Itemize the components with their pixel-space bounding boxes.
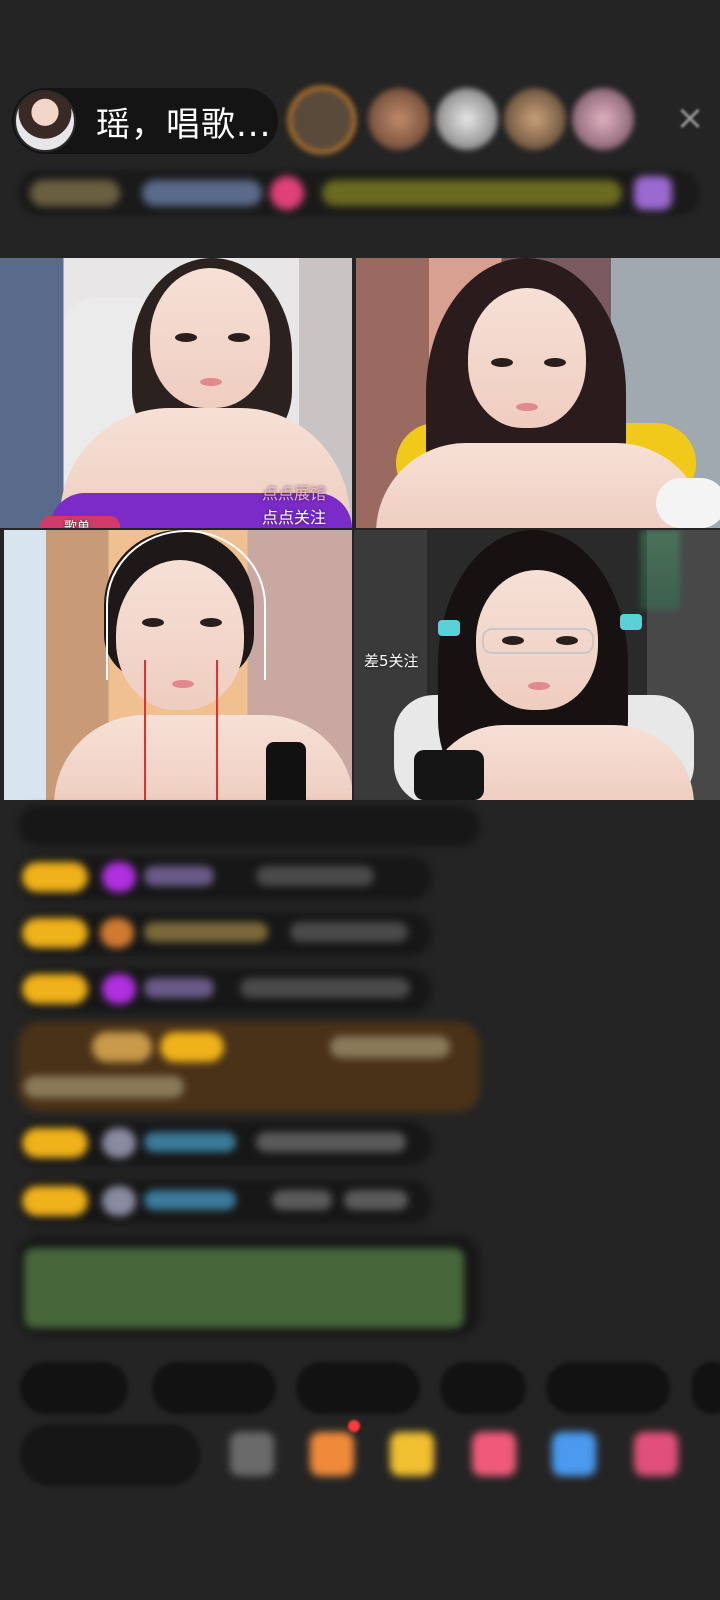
gift-icon[interactable]	[270, 176, 304, 210]
host-name: 瑶，唱歌...	[96, 104, 272, 145]
quick-reply-button[interactable]	[296, 1362, 420, 1414]
level-badge	[22, 918, 88, 948]
eye	[491, 358, 513, 367]
song-list-tag[interactable]: 歌单	[40, 516, 120, 528]
host-info-pill[interactable]: 瑶，唱歌...	[12, 88, 278, 154]
screen-icon[interactable]	[230, 1432, 274, 1476]
eye	[228, 333, 250, 342]
level-badge	[22, 974, 88, 1004]
message-text	[330, 1036, 450, 1058]
shoulders	[376, 443, 706, 528]
diamond-icon	[102, 974, 136, 1004]
tile-caption-line2: 点点关注	[262, 508, 327, 527]
user-icon	[102, 1128, 136, 1158]
mouth	[200, 378, 222, 386]
fan-badge-icon	[100, 918, 134, 948]
message-text	[272, 1190, 332, 1210]
close-icon[interactable]: ×	[670, 98, 710, 138]
tile-caption-line1: 点点展馆	[262, 484, 327, 503]
quick-reply-button[interactable]	[546, 1362, 670, 1414]
quick-reply-button[interactable]	[20, 1362, 128, 1414]
grid-icon[interactable]	[634, 1432, 678, 1476]
rank-icon[interactable]	[634, 176, 672, 210]
diamond-icon	[102, 862, 136, 892]
message-text	[290, 922, 408, 942]
video-tile-2[interactable]	[356, 258, 720, 528]
message-text	[344, 1190, 408, 1210]
notification-dot	[348, 1420, 360, 1432]
system-notice-text	[24, 1248, 464, 1328]
video-tile-1[interactable]: 点点展馆 点点关注 歌单	[0, 258, 352, 528]
eye	[502, 636, 524, 645]
viewer-avatar[interactable]	[436, 88, 498, 150]
headband	[106, 530, 266, 680]
level-badge	[92, 1032, 152, 1062]
message-text	[24, 1076, 184, 1098]
level-badge	[22, 862, 88, 892]
earphone-cable	[144, 660, 218, 800]
username[interactable]	[144, 1132, 236, 1152]
rank-badge	[322, 180, 622, 206]
video-tile-3[interactable]	[4, 530, 352, 800]
face	[150, 268, 270, 408]
comment-input[interactable]	[20, 1424, 200, 1486]
microphone	[414, 750, 484, 800]
eye	[544, 358, 566, 367]
follow-gap-label: 差5关注	[364, 652, 419, 670]
message-text	[256, 1132, 406, 1152]
heart-icon[interactable]	[472, 1432, 516, 1476]
level-badge	[22, 1186, 88, 1216]
video-tile-4[interactable]: 差5关注	[354, 530, 720, 800]
quick-reply-button[interactable]	[692, 1362, 720, 1414]
bag-icon[interactable]	[390, 1432, 434, 1476]
mouth	[516, 403, 538, 411]
eye	[175, 333, 197, 342]
message-text	[240, 978, 410, 998]
viewer-avatar[interactable]	[572, 88, 634, 150]
side-caption	[640, 530, 680, 610]
username[interactable]	[144, 1190, 236, 1210]
viewer-avatar[interactable]	[504, 88, 566, 150]
viewer-avatar[interactable]	[288, 86, 356, 154]
gift-box-icon[interactable]	[310, 1432, 354, 1476]
mouth	[528, 682, 550, 690]
hair-clip	[438, 620, 460, 636]
quick-reply-button[interactable]	[440, 1362, 526, 1414]
level-badge	[22, 1128, 88, 1158]
message-text	[256, 866, 374, 886]
host-avatar[interactable]	[14, 90, 76, 152]
eye	[200, 618, 222, 627]
username[interactable]	[144, 922, 268, 942]
eye	[142, 618, 164, 627]
black-strap	[266, 742, 306, 800]
game-icon[interactable]	[552, 1432, 596, 1476]
quick-reply-button[interactable]	[152, 1362, 276, 1414]
rank-badge	[30, 180, 120, 206]
fan-badge	[160, 1032, 224, 1062]
chat-message[interactable]	[18, 806, 480, 846]
hair-clip	[620, 614, 642, 630]
rank-badge	[142, 180, 262, 206]
user-icon	[102, 1186, 136, 1216]
fur-collar	[656, 478, 720, 528]
username[interactable]	[144, 978, 214, 998]
username[interactable]	[144, 866, 214, 886]
viewer-avatar[interactable]	[368, 88, 430, 150]
eye	[556, 636, 578, 645]
